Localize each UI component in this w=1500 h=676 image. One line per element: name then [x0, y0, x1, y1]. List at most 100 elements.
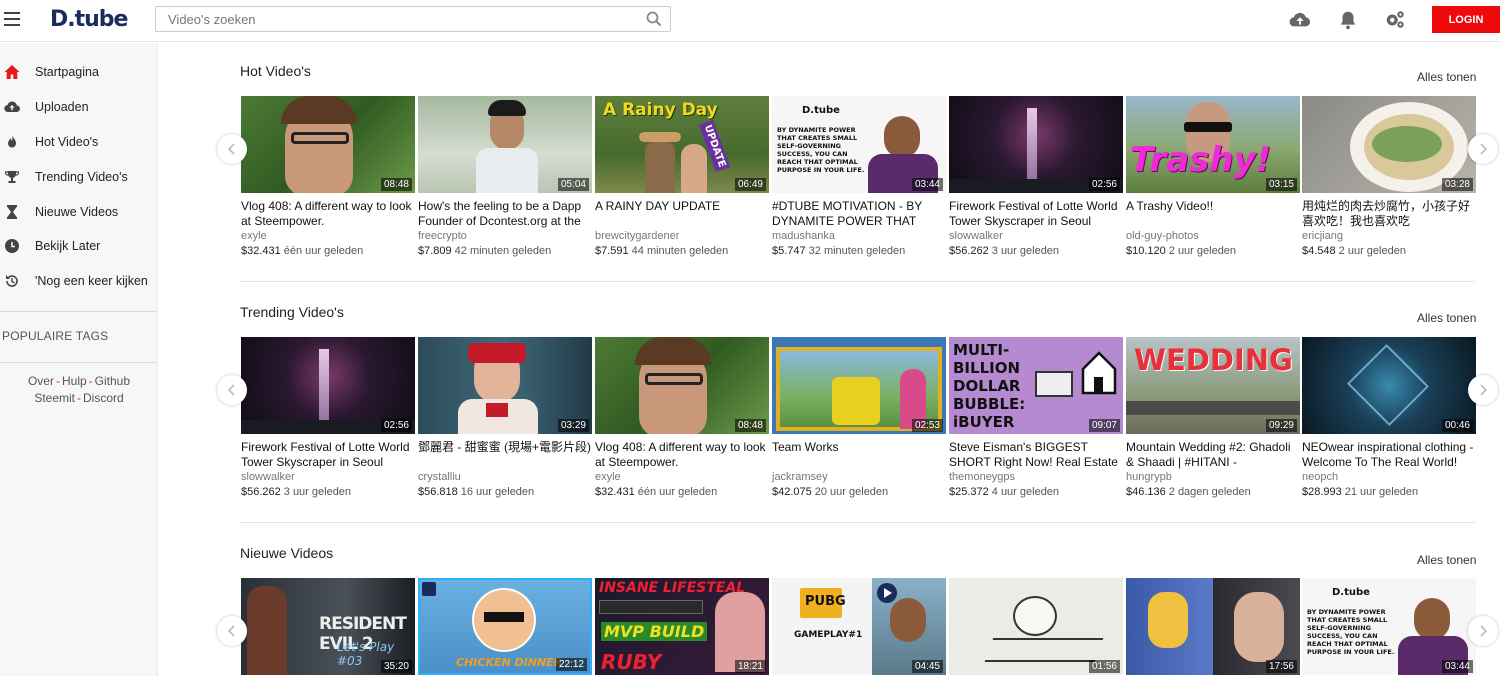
cloud-upload-icon[interactable]: [1289, 9, 1311, 31]
link-steemit[interactable]: Steemit: [34, 391, 75, 405]
video-title[interactable]: 用炖烂的肉去炒腐竹，小孩子好喜欢吃！我也喜欢吃: [1302, 199, 1476, 229]
bell-icon[interactable]: [1337, 9, 1359, 31]
video-duration: 05:04: [557, 178, 589, 191]
link-hulp[interactable]: Hulp: [62, 374, 87, 388]
video-thumbnail[interactable]: 02:53: [772, 337, 946, 434]
search-icon[interactable]: [646, 11, 662, 27]
carousel-next-button[interactable]: [1468, 375, 1498, 405]
chevron-left-icon: [227, 143, 235, 155]
sidebar-item-trending[interactable]: Trending Video's: [0, 162, 158, 192]
link-discord[interactable]: Discord: [83, 391, 124, 405]
video-title[interactable]: Team Works: [772, 440, 946, 470]
video-thumbnail[interactable]: 03:28: [1302, 96, 1476, 193]
video-thumbnail[interactable]: 08:48: [595, 337, 769, 434]
show-all-hot-link[interactable]: Alles tonen: [1417, 70, 1476, 84]
show-all-new-link[interactable]: Alles tonen: [1417, 553, 1476, 567]
sidebar-item-nieuwe[interactable]: Nieuwe Videos: [0, 197, 158, 227]
link-github[interactable]: Github: [95, 374, 130, 388]
video-thumbnail[interactable]: 01:56: [949, 578, 1123, 675]
video-meta: $32.431 één uur geleden: [241, 245, 415, 257]
video-thumbnail[interactable]: INSANE LIFESTEAL MVP BUILD RUBY 18:21: [595, 578, 769, 675]
sidebar-item-hot[interactable]: Hot Video's: [0, 127, 158, 157]
video-duration: 02:56: [380, 419, 412, 432]
video-thumbnail[interactable]: CHICKEN DINNER 22:12: [418, 578, 592, 675]
video-thumbnail[interactable]: PUBG GAMEPLAY#1 04:45: [772, 578, 946, 675]
video-title[interactable]: Mountain Wedding #2: Ghadoli & Shaadi | …: [1126, 440, 1300, 470]
video-title[interactable]: 鄧麗君 - 甜蜜蜜 (現場+電影片段): [418, 440, 592, 470]
video-thumbnail[interactable]: D.tube BY DYNAMITE POWER THAT CREATES SM…: [772, 96, 946, 193]
video-card: 02:56 Firework Festival of Lotte World T…: [241, 337, 415, 498]
video-thumbnail[interactable]: WEDDING 09:29: [1126, 337, 1300, 434]
video-thumbnail[interactable]: 05:04: [418, 96, 592, 193]
video-meta: $46.136 2 dagen geleden: [1126, 486, 1300, 498]
link-over[interactable]: Over: [28, 374, 54, 388]
video-title[interactable]: NEOwear inspirational clothing - Welcome…: [1302, 440, 1476, 470]
video-card: RESIDENT EVIL 2 Let's Play #03 35:20: [241, 578, 415, 675]
sidebar-item-bekijk-later[interactable]: Bekijk Later: [0, 231, 158, 261]
video-title[interactable]: Firework Festival of Lotte World Tower S…: [949, 199, 1123, 229]
video-duration: 03:44: [911, 178, 943, 191]
thumb-title-text: A Rainy Day: [603, 100, 718, 120]
video-title[interactable]: Steve Eisman's BIGGEST SHORT Right Now! …: [949, 440, 1123, 470]
video-title[interactable]: How's the feeling to be a Dapp Founder o…: [418, 199, 592, 229]
video-meta: $5.747 32 minuten geleden: [772, 245, 946, 257]
sidebar-item-history[interactable]: 'Nog een keer kijken: [0, 266, 158, 296]
video-thumbnail[interactable]: RESIDENT EVIL 2 Let's Play #03 35:20: [241, 578, 415, 675]
carousel-prev-button[interactable]: [217, 134, 247, 164]
show-all-trending-link[interactable]: Alles tonen: [1417, 311, 1476, 325]
video-author[interactable]: exyle: [595, 471, 769, 483]
carousel-next-button[interactable]: [1468, 616, 1498, 646]
menu-icon[interactable]: [4, 12, 20, 26]
video-author[interactable]: slowwalker: [949, 230, 1123, 242]
video-card: PUBG GAMEPLAY#1 04:45: [772, 578, 946, 675]
carousel-prev-button[interactable]: [217, 616, 247, 646]
sidebar-item-uploaden[interactable]: Uploaden: [0, 92, 158, 122]
sidebar-item-startpagina[interactable]: Startpagina: [0, 57, 158, 87]
video-card: INSANE LIFESTEAL MVP BUILD RUBY 18:21: [595, 578, 769, 675]
video-author[interactable]: madushanka: [772, 230, 946, 242]
video-card: D.tube BY DYNAMITE POWER THAT CREATES SM…: [772, 96, 946, 257]
video-title[interactable]: Firework Festival of Lotte World Tower S…: [241, 440, 415, 470]
video-author[interactable]: neopch: [1302, 471, 1476, 483]
hourglass-icon: [7, 205, 17, 219]
video-thumbnail[interactable]: 08:48: [241, 96, 415, 193]
login-button[interactable]: LOGIN: [1432, 6, 1500, 33]
video-title[interactable]: Vlog 408: A different way to look at Ste…: [595, 440, 769, 470]
video-card: A Rainy Day UPDATE 06:49 A RAINY DAY UPD…: [595, 96, 769, 257]
video-title[interactable]: Vlog 408: A different way to look at Ste…: [241, 199, 415, 229]
video-author[interactable]: exyle: [241, 230, 415, 242]
video-thumbnail[interactable]: D.tube BY DYNAMITE POWER THAT CREATES SM…: [1302, 578, 1476, 675]
video-author[interactable]: ericjiang: [1302, 230, 1476, 242]
video-thumbnail[interactable]: 03:29: [418, 337, 592, 434]
video-duration: 04:45: [911, 660, 943, 673]
video-thumbnail[interactable]: 17:56: [1126, 578, 1300, 675]
video-author[interactable]: brewcitygardener: [595, 230, 769, 242]
video-title[interactable]: #DTUBE MOTIVATION - BY DYNAMITE POWER TH…: [772, 199, 946, 229]
video-thumbnail[interactable]: A Rainy Day UPDATE 06:49: [595, 96, 769, 193]
video-author[interactable]: themoneygps: [949, 471, 1123, 483]
video-author[interactable]: old-guy-photos: [1126, 230, 1300, 242]
carousel-prev-button[interactable]: [217, 375, 247, 405]
video-author[interactable]: slowwalker: [241, 471, 415, 483]
video-thumbnail[interactable]: 02:56: [241, 337, 415, 434]
video-time: 2 uur geleden: [1168, 245, 1237, 257]
video-author[interactable]: crystalliu: [418, 471, 592, 483]
gear-icon[interactable]: [1384, 9, 1406, 31]
video-time: 44 minuten geleden: [631, 245, 729, 257]
video-thumbnail[interactable]: 00:46: [1302, 337, 1476, 434]
video-value: $32.431: [595, 486, 635, 498]
dtube-logo[interactable]: D.tube: [50, 7, 128, 32]
section-title-new: Nieuwe Videos: [240, 545, 334, 561]
carousel-next-button[interactable]: [1468, 134, 1498, 164]
video-thumbnail[interactable]: MULTI- BILLION DOLLAR BUBBLE: iBUYER 09:…: [949, 337, 1123, 434]
video-title[interactable]: A RAINY DAY UPDATE: [595, 199, 769, 229]
search-input[interactable]: [156, 7, 626, 31]
video-title[interactable]: A Trashy Video!!: [1126, 199, 1300, 229]
video-duration: 03:28: [1441, 178, 1473, 191]
video-author[interactable]: jackramsey: [772, 471, 946, 483]
video-thumbnail[interactable]: 02:56: [949, 96, 1123, 193]
chevron-right-icon: [1480, 625, 1488, 637]
video-author[interactable]: freecrypto: [418, 230, 592, 242]
video-author[interactable]: hungrypb: [1126, 471, 1300, 483]
video-thumbnail[interactable]: Trashy! 03:15: [1126, 96, 1300, 193]
